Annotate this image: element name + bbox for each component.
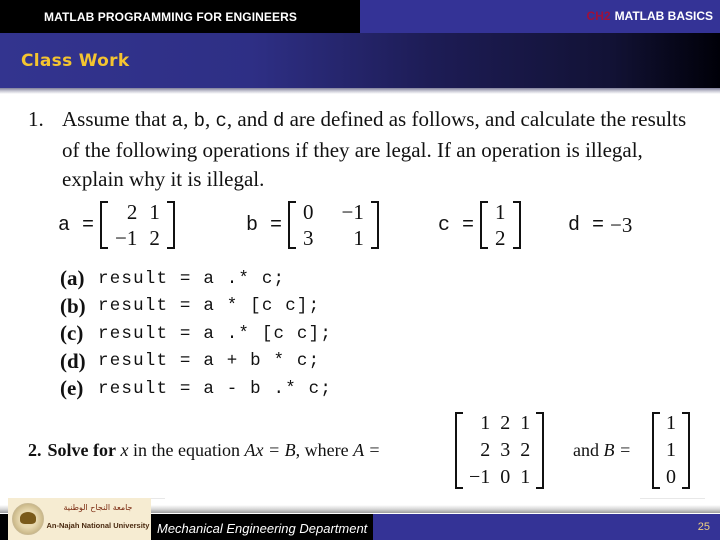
matrix-cell: 0 <box>666 466 676 488</box>
var-b: b <box>193 110 205 132</box>
question-2-lead: Solve for <box>47 440 116 460</box>
header-right-bar: CH2 MATLAB BASICS <box>360 0 720 33</box>
matrix-a-definition: a = 21 −1 2 <box>58 195 175 255</box>
matrix-cell: 3 <box>303 226 314 250</box>
operation-item: (d) result = a + b * c; <box>60 348 332 376</box>
page-number: 25 <box>697 521 710 533</box>
matrix-cell: 2 <box>126 200 138 224</box>
question-2-text: 2. Solve for x in the equation Ax = B, w… <box>28 440 380 461</box>
chapter-label: CH2 MATLAB BASICS <box>587 9 713 23</box>
operation-label: (d) <box>60 348 86 373</box>
title-bar: Class Work <box>0 33 720 88</box>
var-d: d <box>272 110 285 132</box>
operation-label: (b) <box>60 293 86 318</box>
matrix-cell: 0 <box>500 466 511 488</box>
matrix-c-name: c = <box>438 213 475 237</box>
university-logo: جامعة النجاح الوطنية An-Najah National U… <box>8 498 151 540</box>
title-bar-shadow <box>0 88 720 94</box>
question-2-number: 2. <box>28 440 42 460</box>
text-part: , <box>204 107 216 131</box>
university-name-arabic: جامعة النجاح الوطنية <box>63 503 133 512</box>
operation-code: result = a .* [c c]; <box>98 323 333 344</box>
matrix-cell: 1 <box>520 466 531 488</box>
slide-title: Class Work <box>21 51 130 71</box>
operation-code: result = a + b * c; <box>98 351 321 372</box>
matrix-b: 0 −1 3 1 <box>288 199 379 251</box>
matrix-cell: 1 <box>520 412 531 434</box>
and-label: and <box>573 440 599 460</box>
matrix-A-label: A = <box>353 440 381 460</box>
university-seal-icon <box>12 503 44 535</box>
matrix-cell: 2 <box>480 439 491 461</box>
matrix-cell: 1 <box>480 412 491 434</box>
matrix-cell: −1 <box>469 466 491 488</box>
matrix-c: 1 2 <box>480 199 521 251</box>
department-name: Mechanical Engineering Department <box>157 521 368 536</box>
matrix-cell: −1 <box>115 226 138 250</box>
matrix-cell: 1 <box>666 439 676 461</box>
matrix-cell: 1 <box>666 412 676 434</box>
operation-code: result = a .* c; <box>98 268 286 289</box>
matrix-cell: −1 <box>341 200 364 224</box>
matrix-b-definition: b = 0 −1 3 1 <box>246 195 379 255</box>
matrix-cell: 1 <box>353 226 364 250</box>
operation-item: (c) result = a .* [c c]; <box>60 320 332 348</box>
scalar-d-name: d = <box>568 213 605 237</box>
chapter-tag: CH2 <box>586 9 611 23</box>
matrix-cell: 1 <box>495 200 506 224</box>
operation-item: (b) result = a * [c c]; <box>60 293 332 321</box>
question-1: 1. Assume that a, b, c, and d are define… <box>28 105 708 194</box>
matrix-B: 1 1 0 <box>652 410 690 491</box>
matrix-cell: 2 <box>495 226 506 250</box>
matrix-cell: 1 <box>149 200 160 224</box>
matrix-cell: 2 <box>500 412 511 434</box>
operation-code: result = a * [c c]; <box>98 296 321 317</box>
matrix-a-name: a = <box>58 213 95 237</box>
matrix-A: 121 232 −1 0 1 <box>455 410 545 491</box>
scalar-d-value: −3 <box>610 212 633 237</box>
text-part: Assume that <box>62 107 172 131</box>
footer-right-bar: 25 <box>373 514 720 540</box>
question-2: 2. Solve for x in the equation Ax = B, w… <box>28 410 718 498</box>
chapter-title: MATLAB BASICS <box>614 9 713 23</box>
operation-item: (e) result = a - b .* c; <box>60 375 332 403</box>
question-2-where: , where <box>295 440 349 460</box>
matrix-B-intro: and B = <box>573 440 631 461</box>
course-title: MATLAB PROGRAMMING FOR ENGINEERS <box>44 10 297 24</box>
text-part: , and <box>226 107 273 131</box>
eagle-icon <box>20 512 36 524</box>
var-c: c <box>215 110 227 132</box>
var-x: x <box>120 440 129 460</box>
operations-list: (a) result = a .* c; (b) result = a * [c c… <box>60 265 332 403</box>
var-a: a <box>171 110 184 132</box>
equation: Ax = B <box>244 440 296 460</box>
question-1-text: Assume that a, b, c, and d are defined a… <box>62 105 708 194</box>
matrix-cell: 2 <box>520 439 531 461</box>
question-1-number: 1. <box>28 107 44 131</box>
operation-code: result = a - b .* c; <box>98 378 333 399</box>
matrix-cell: 3 <box>500 439 511 461</box>
matrix-c-definition: c = 1 2 <box>438 195 521 255</box>
operation-item: (a) result = a .* c; <box>60 265 332 293</box>
divider-line <box>640 498 705 499</box>
text-part: , <box>183 107 194 131</box>
operation-label: (a) <box>60 266 85 291</box>
matrix-cell: 2 <box>149 226 160 250</box>
university-name-english: An-Najah National University <box>46 521 150 530</box>
matrix-cell: 0 <box>303 200 314 224</box>
header-left-bar: MATLAB PROGRAMMING FOR ENGINEERS <box>0 0 360 33</box>
question-2-mid: in the equation <box>132 440 240 460</box>
scalar-d-definition: d = −3 <box>568 195 632 255</box>
matrix-a: 21 −1 2 <box>100 199 175 251</box>
matrix-B-label: B = <box>603 440 632 460</box>
matrix-definitions: a = 21 −1 2 b = 0 −1 31 c = 1 2 d = −3 <box>0 195 720 255</box>
operation-label: (c) <box>60 321 84 346</box>
matrix-b-name: b = <box>246 213 283 237</box>
operation-label: (e) <box>60 376 84 401</box>
